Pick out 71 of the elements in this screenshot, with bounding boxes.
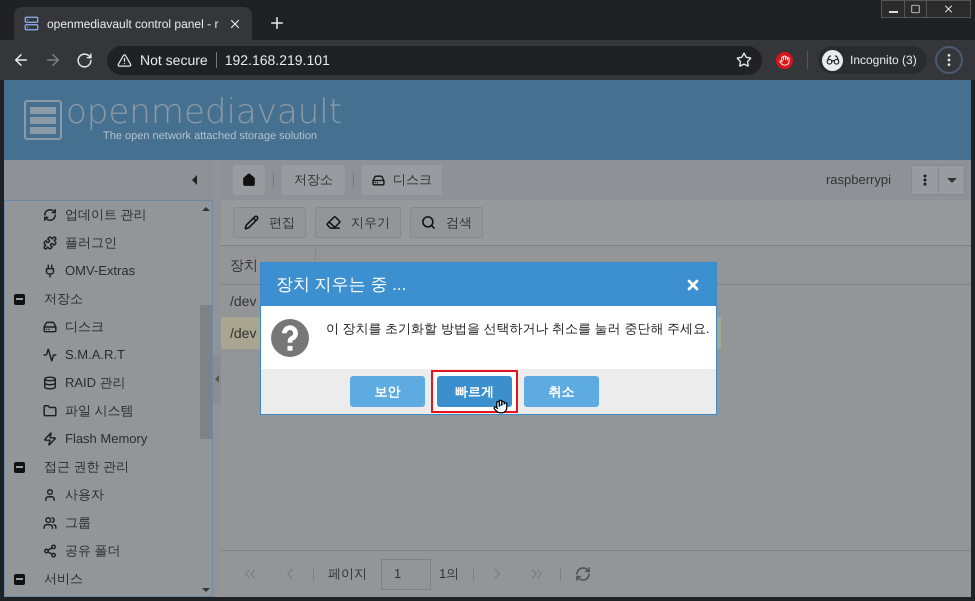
profile-button[interactable]: Incognito (3): [818, 46, 927, 74]
address-field[interactable]: Not secure 192.168.219.101: [107, 46, 762, 74]
sidebar-item[interactable]: 파일 시스템: [65, 401, 134, 421]
warning-icon: [117, 52, 132, 68]
page-count: 1의: [439, 565, 460, 584]
question-icon: [271, 319, 309, 357]
eraser-icon: [326, 215, 341, 230]
toolbar-button[interactable]: 검색: [410, 207, 483, 238]
pulse-icon: [43, 348, 57, 362]
sidebar-item[interactable]: 사용자: [65, 485, 104, 505]
collapse-sidebar-icon[interactable]: [192, 175, 197, 185]
tab-title: openmediavault control panel - r: [47, 16, 220, 32]
back-icon[interactable]: [12, 51, 30, 69]
toolbar-button[interactable]: 편집: [233, 207, 306, 238]
dialog-button[interactable]: 취소: [524, 376, 599, 407]
page-label: 페이지: [328, 565, 367, 584]
dialog-message: 이 장치를 초기화할 방법을 선택하거나 취소를 눌러 중단해 주세요.: [326, 320, 710, 338]
action-menu[interactable]: [911, 165, 965, 195]
breadcrumb-item[interactable]: 저장소: [282, 165, 345, 195]
reload-icon[interactable]: [76, 52, 93, 68]
logo-icon: [24, 100, 62, 140]
users-icon: [43, 516, 57, 530]
plug-icon: [43, 264, 57, 278]
dialog-button[interactable]: 빠르게: [437, 376, 512, 407]
puzzle-icon: [43, 236, 57, 250]
dialog-button[interactable]: 보안: [350, 376, 425, 407]
folder-icon: [43, 404, 57, 418]
search-icon: [421, 215, 436, 230]
table-cell-text: /dev: [229, 324, 256, 342]
security-label: Not secure: [140, 50, 208, 70]
logo-text: openmediavault: [66, 94, 342, 130]
page-icon: [24, 16, 39, 31]
forward-icon[interactable]: [44, 51, 62, 69]
toolbar-button[interactable]: 지우기: [315, 207, 401, 238]
sidebar-item[interactable]: 디스크: [65, 317, 104, 337]
sidebar-item[interactable]: RAID 관리: [65, 373, 126, 393]
collapse-icon[interactable]: [14, 574, 25, 584]
splitter-handle[interactable]: [213, 354, 221, 402]
breadcrumb-item[interactable]: 디스크: [362, 165, 442, 195]
hostname: raspberrypi: [826, 171, 891, 190]
dialog-title: 장치 지우는 중 ...: [276, 274, 408, 296]
url-text: 192.168.219.101: [224, 50, 331, 70]
page-field[interactable]: 1: [381, 558, 431, 590]
incognito-icon: [826, 53, 840, 67]
sidebar-group[interactable]: 저장소: [44, 289, 83, 309]
sidebar-item[interactable]: OMV-Extras: [65, 261, 136, 281]
database-icon: [43, 376, 57, 390]
refresh-icon: [43, 208, 57, 222]
sidebar-item[interactable]: 그룹: [65, 513, 91, 533]
bookmark-icon[interactable]: [736, 52, 752, 68]
menu-icon[interactable]: [934, 46, 963, 74]
tagline: The open network attached storage solution: [103, 130, 318, 142]
sidebar-item[interactable]: 플러그인: [65, 233, 117, 253]
pencil-icon: [244, 215, 259, 230]
sidebar-item[interactable]: 공유 폴더: [65, 541, 121, 561]
home-icon: [242, 173, 256, 187]
sidebar-item[interactable]: 업데이트 관리: [65, 205, 147, 225]
share-icon: [43, 544, 57, 558]
sidebar-item[interactable]: S.M.A.R.T: [65, 345, 125, 365]
hand-stop-icon[interactable]: [776, 52, 793, 68]
refresh-icon[interactable]: [575, 566, 592, 582]
collapse-icon[interactable]: [14, 294, 25, 304]
user-icon: [43, 488, 57, 502]
browser-tab[interactable]: openmediavault control panel - r: [14, 7, 252, 40]
home-button[interactable]: [233, 165, 265, 195]
new-tab-icon[interactable]: [268, 14, 286, 32]
collapse-icon[interactable]: [14, 462, 25, 472]
sidebar-item[interactable]: Flash Memory: [65, 429, 148, 449]
sidebar-group[interactable]: 서비스: [44, 569, 83, 589]
lightning-icon: [43, 432, 57, 446]
sidebar-group[interactable]: 접근 권한 관리: [44, 457, 130, 477]
